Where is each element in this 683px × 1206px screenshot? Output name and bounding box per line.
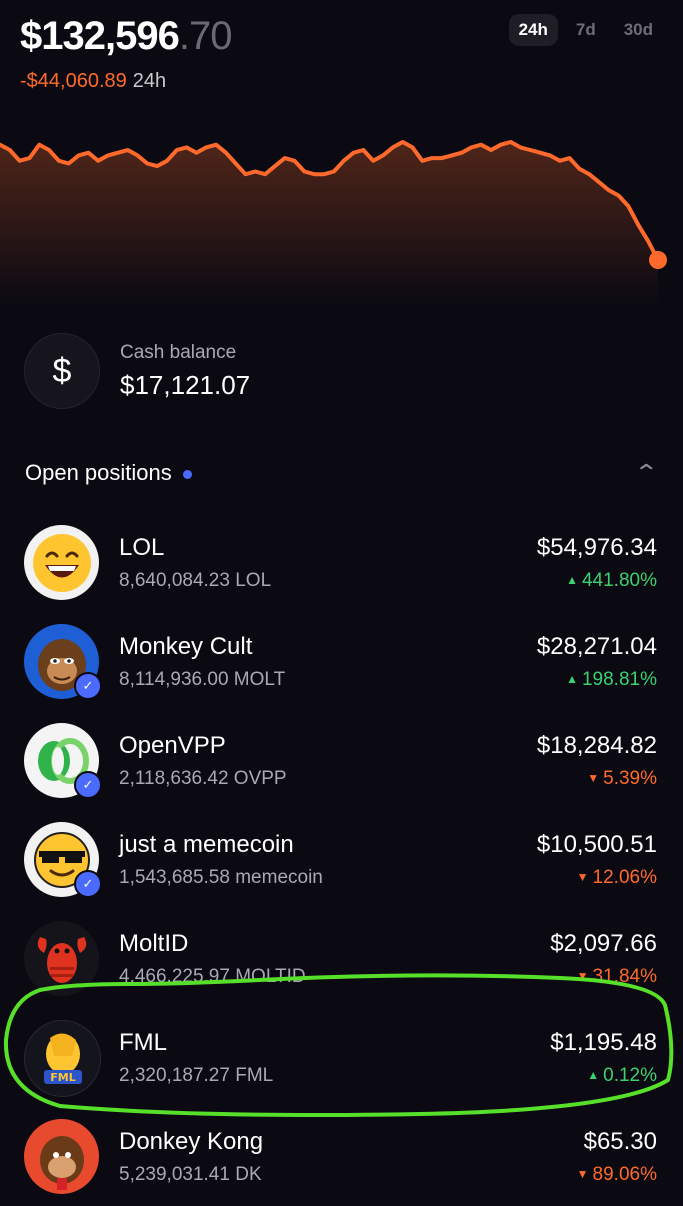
triangle-down-icon: ▼	[587, 770, 600, 785]
position-change: ▼ 31.84%	[550, 966, 657, 988]
position-change: ▼ 12.06%	[537, 867, 657, 889]
triangle-up-icon: ▲	[587, 1067, 600, 1082]
position-change-value: 89.06%	[592, 1163, 657, 1185]
fml-badge-text: FML	[50, 1071, 75, 1084]
cash-balance-label: Cash balance	[120, 341, 237, 363]
position-quantity: 1,543,685.58 memecoin	[119, 866, 323, 888]
triangle-down-icon: ▼	[576, 869, 589, 884]
range-7d-tab[interactable]: 7d	[566, 14, 606, 46]
cash-balance-card[interactable]: $ Cash balance $17,121.07	[24, 333, 250, 409]
chart-end-point	[649, 251, 667, 269]
position-value: $18,284.82	[536, 731, 657, 759]
position-quantity: 8,640,084.23 LOL	[119, 569, 272, 591]
triangle-down-icon: ▼	[576, 968, 589, 983]
position-change: ▼ 89.06%	[577, 1164, 657, 1186]
position-row-memecoin[interactable]: ✓ just a memecoin 1,543,685.58 memecoin …	[24, 810, 657, 909]
position-quantity: 5,239,031.41 DK	[119, 1163, 262, 1185]
change-amount: -$44,060.89	[20, 70, 127, 92]
position-name: Monkey Cult	[119, 632, 253, 660]
position-name: MoltID	[119, 929, 189, 957]
dollar-icon: $	[24, 333, 100, 409]
verified-badge-icon: ✓	[74, 672, 102, 700]
facepalm-icon: FML	[24, 1020, 101, 1097]
portfolio-chart[interactable]	[0, 130, 683, 305]
positions-list: LOL 8,640,084.23 LOL $54,976.34 ▲ 441.80%	[24, 513, 657, 1206]
position-change-value: 0.12%	[603, 1064, 657, 1086]
balance-dollars: $132,596	[20, 14, 180, 58]
position-name: LOL	[119, 533, 165, 561]
position-name: just a memecoin	[119, 830, 294, 858]
range-selector: 24h 7d 30d	[508, 14, 663, 46]
position-name: Donkey Kong	[119, 1127, 264, 1155]
position-value: $10,500.51	[536, 830, 657, 858]
open-positions-header: Open positions ⌃	[25, 460, 659, 486]
status-dot-icon	[182, 469, 192, 479]
triangle-up-icon: ▲	[566, 572, 578, 587]
position-name: OpenVPP	[119, 731, 226, 759]
sunglasses-emoji-icon: ✓	[24, 822, 102, 898]
position-value: $1,195.48	[550, 1028, 657, 1056]
position-change-value: 441.80%	[581, 569, 657, 591]
position-quantity: 2,118,636.42 OVPP	[119, 767, 287, 789]
monkey-avatar-icon: ✓	[24, 624, 102, 700]
triangle-up-icon: ▲	[566, 671, 578, 686]
verified-badge-icon: ✓	[74, 870, 102, 898]
position-value: $28,271.04	[536, 632, 657, 660]
balance-cents: .70	[178, 14, 233, 58]
position-value: $65.30	[583, 1127, 657, 1155]
position-change-value: 31.84%	[592, 965, 657, 987]
position-change-value: 12.06%	[592, 866, 657, 888]
position-change-value: 5.39%	[603, 767, 657, 789]
position-row-openvpp[interactable]: ✓ OpenVPP 2,118,636.42 OVPP $18,284.82 ▼…	[24, 711, 657, 810]
position-name: FML	[119, 1028, 167, 1056]
open-positions-title: Open positions	[25, 460, 172, 485]
position-change: ▲ 441.80%	[537, 570, 657, 592]
position-value: $2,097.66	[550, 929, 657, 957]
cash-balance-value: $17,121.07	[120, 369, 251, 400]
laughing-emoji-icon	[24, 525, 99, 600]
donkey-kong-icon	[24, 1119, 99, 1194]
chevron-up-icon[interactable]: ⌃	[633, 460, 659, 486]
triangle-down-icon: ▼	[576, 1166, 589, 1181]
position-row-donkey-kong[interactable]: Donkey Kong 5,239,031.41 DK $65.30 ▼ 89.0…	[24, 1107, 657, 1206]
openvpp-logo-icon: ✓	[24, 723, 102, 799]
position-value: $54,976.34	[536, 533, 657, 561]
position-change: ▲ 198.81%	[537, 669, 657, 691]
position-quantity: 4,466,225.97 MOLTID	[119, 965, 306, 987]
portfolio-balance: $132,596.70	[20, 14, 233, 59]
position-row-moltid[interactable]: MoltID 4,466,225.97 MOLTID $2,097.66 ▼ 31…	[24, 909, 657, 1008]
position-change: ▼ 5.39%	[537, 768, 657, 790]
position-quantity: 2,320,187.27 FML	[119, 1064, 274, 1086]
range-30d-tab[interactable]: 30d	[614, 14, 663, 46]
position-quantity: 8,114,936.00 MOLT	[119, 668, 286, 690]
position-change: ▲ 0.12%	[550, 1065, 657, 1087]
position-row-fml[interactable]: FML FML 2,320,187.27 FML $1,195.48 ▲ 0.12…	[24, 1008, 657, 1107]
change-period: 24h	[132, 70, 167, 92]
verified-badge-icon: ✓	[74, 771, 102, 799]
lobster-icon	[24, 921, 99, 996]
portfolio-change: -$44,060.89 24h	[20, 70, 166, 93]
chart-area-fill	[0, 142, 658, 305]
position-change-value: 198.81%	[581, 668, 657, 690]
position-row-monkey-cult[interactable]: ✓ Monkey Cult 8,114,936.00 MOLT $28,271.…	[24, 612, 657, 711]
position-row-lol[interactable]: LOL 8,640,084.23 LOL $54,976.34 ▲ 441.80%	[24, 513, 657, 612]
range-24h-tab[interactable]: 24h	[508, 14, 558, 46]
